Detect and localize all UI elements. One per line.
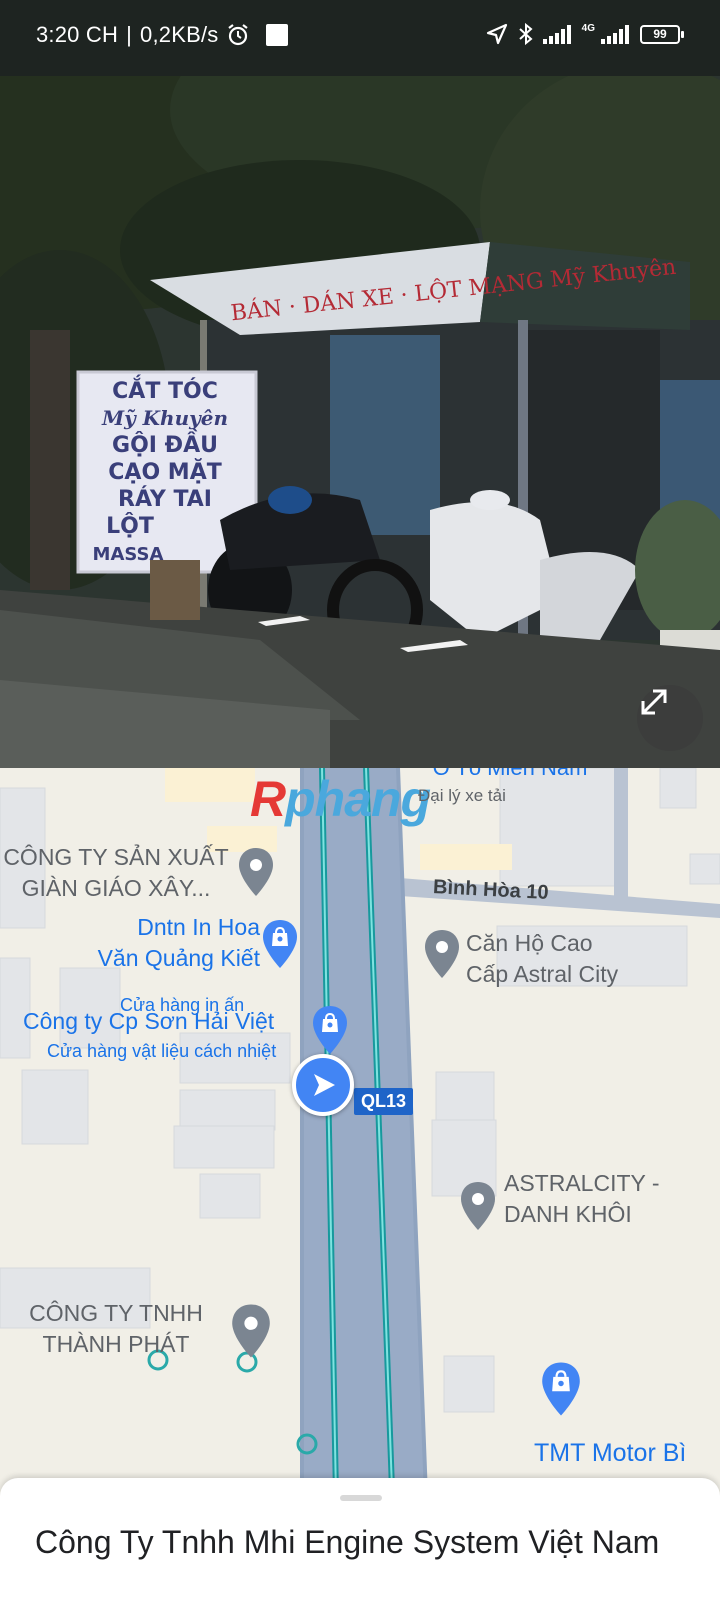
svg-text:LỘT: LỘT xyxy=(106,512,154,539)
place-oto-mien-nam-category: Đại lý xe tải xyxy=(418,786,506,805)
current-location-marker xyxy=(292,1054,354,1116)
map-view[interactable]: Rphang Ô Tô Miền Nam Đại lý xe tải CÔNG … xyxy=(0,768,720,1600)
shopping-pin-icon[interactable] xyxy=(540,1360,582,1418)
location-arrow-icon xyxy=(486,23,507,45)
gray-pin-icon[interactable] xyxy=(237,846,275,898)
place-son-hai-viet-label[interactable]: Công ty Cp Sơn Hải Việt xyxy=(23,1006,274,1037)
signal-icon-1 xyxy=(542,25,571,44)
fullscreen-button[interactable] xyxy=(637,685,703,751)
place-thanh-phat-label[interactable]: CÔNG TY TNHH THÀNH PHÁT xyxy=(0,1298,232,1360)
route-shield-ql13: QL13 xyxy=(354,1088,414,1115)
status-time: 3:20 CH xyxy=(36,22,119,47)
network-type-label: 4G xyxy=(581,22,595,34)
street-view-photo[interactable]: BÁN · DÁN XE · LỘT MẠNG Mỹ Khuyên CẮT TÓ… xyxy=(0,0,720,768)
gray-pin-icon[interactable] xyxy=(230,1302,272,1360)
place-title: Công Ty Tnhh Mhi Engine System Việt Nam xyxy=(35,1524,660,1560)
alarm-icon xyxy=(228,24,249,46)
place-bottom-sheet[interactable]: Công Ty Tnhh Mhi Engine System Việt Nam xyxy=(0,1478,720,1600)
place-astral-city-label[interactable]: Căn Hộ Cao Cấp Astral City xyxy=(466,928,666,990)
road-label-binh-hoa-10: Bình Hòa 10 xyxy=(432,875,550,905)
screen: BÁN · DÁN XE · LỘT MẠNG Mỹ Khuyên CẮT TÓ… xyxy=(0,0,720,1600)
network-speed: 0,2KB/s xyxy=(140,22,219,47)
gray-pin-icon[interactable] xyxy=(459,1180,497,1232)
place-son-hai-viet-category: Cửa hàng vật liệu cách nhiệt xyxy=(47,1041,277,1061)
svg-text:CẮT TÓC: CẮT TÓC xyxy=(112,375,218,404)
svg-text:GỘI ĐẦU: GỘI ĐẦU xyxy=(112,429,218,458)
shopping-pin-icon[interactable] xyxy=(311,1004,349,1056)
signal-icon-2 xyxy=(601,25,629,44)
place-tmt-motor-label[interactable]: TMT Motor Bì xyxy=(534,1438,686,1469)
place-gian-giao-label[interactable]: CÔNG TY SẢN XUẤT GIÀN GIÁO XÂY... xyxy=(0,842,232,904)
status-separator: | xyxy=(126,22,133,47)
svg-text:CẠO MẶT: CẠO MẶT xyxy=(108,458,221,485)
place-danh-khoi-label[interactable]: ASTRALCITY - DANH KHÔI xyxy=(504,1168,714,1230)
status-right: 4G 99 xyxy=(485,22,684,46)
place-in-hoa-label[interactable]: Dntn In Hoa Văn Quảng Kiết xyxy=(60,912,260,974)
status-bar: 3:20 CH | 0,2KB/s 4G 99 xyxy=(0,0,720,76)
rphang-watermark: Rphang xyxy=(250,771,431,827)
street-view-scene: BÁN · DÁN XE · LỘT MẠNG Mỹ Khuyên CẮT TÓ… xyxy=(0,0,720,768)
svg-text:Mỹ Khuyên: Mỹ Khuyên xyxy=(101,406,228,430)
shopping-pin-icon[interactable] xyxy=(261,918,299,970)
svg-text:RÁY TAI: RÁY TAI xyxy=(118,486,212,512)
notification-icon xyxy=(266,24,289,46)
expand-icon xyxy=(641,689,667,715)
battery-icon: 99 xyxy=(640,24,684,44)
sheet-drag-handle[interactable] xyxy=(340,1495,382,1501)
bluetooth-icon xyxy=(518,22,533,46)
gray-pin-icon[interactable] xyxy=(423,928,461,980)
status-left: 3:20 CH | 0,2KB/s xyxy=(36,22,289,48)
navigation-arrow-icon xyxy=(314,1074,335,1096)
battery-level: 99 xyxy=(653,26,667,41)
